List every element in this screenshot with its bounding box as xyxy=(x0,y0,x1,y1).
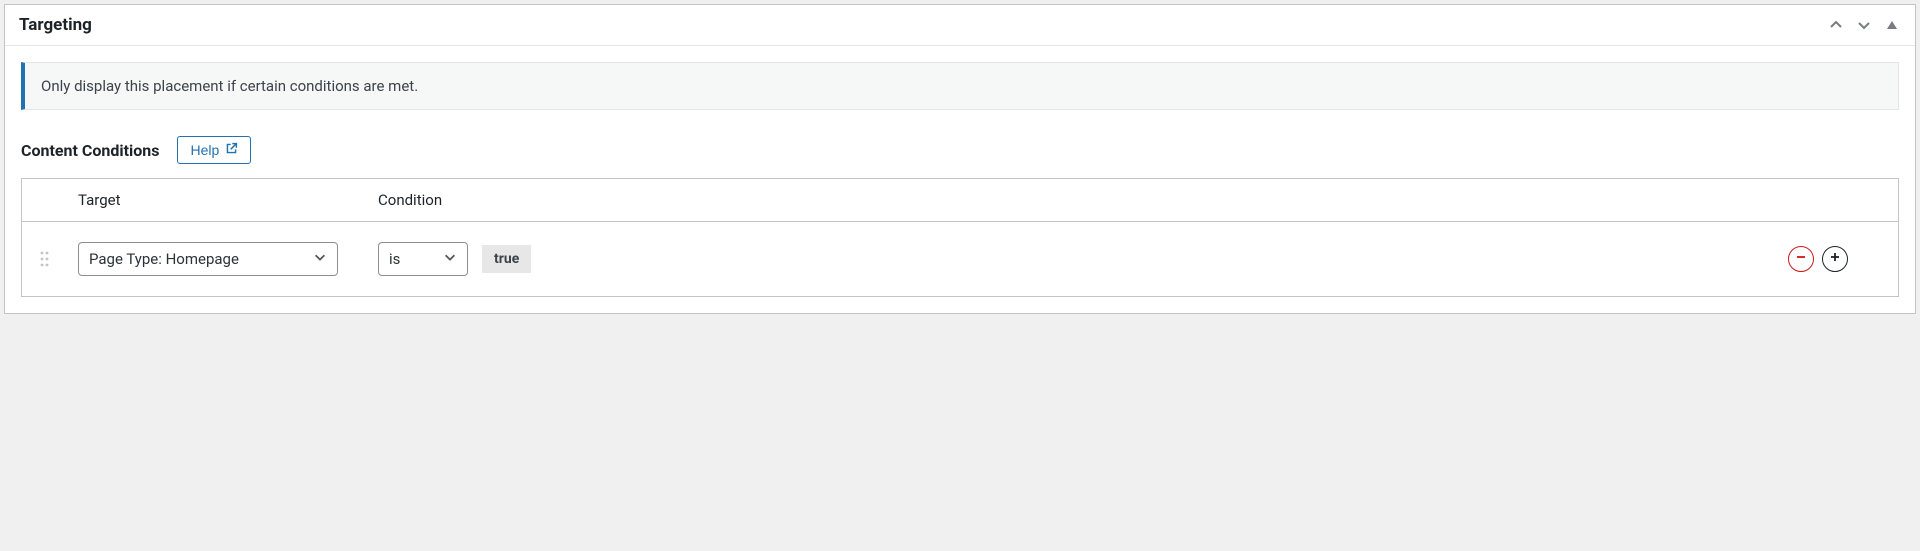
plus-icon xyxy=(1829,251,1841,267)
target-select[interactable]: Page Type: Homepage xyxy=(78,242,338,276)
remove-condition-button[interactable] xyxy=(1788,246,1814,272)
collapse-toggle-icon[interactable] xyxy=(1883,16,1901,34)
minus-icon xyxy=(1795,251,1807,267)
condition-value-badge: true xyxy=(482,245,531,273)
condition-operator-select[interactable]: is xyxy=(378,242,468,276)
table-header: Target Condition xyxy=(22,179,1898,222)
section-title: Content Conditions xyxy=(21,141,159,160)
panel-header: Targeting xyxy=(5,5,1915,46)
chevron-down-icon xyxy=(313,250,327,268)
move-up-icon[interactable] xyxy=(1827,16,1845,34)
move-down-icon[interactable] xyxy=(1855,16,1873,34)
conditions-table: Target Condition Page Typ xyxy=(21,178,1899,297)
targeting-panel: Targeting Only display this placement if… xyxy=(4,4,1916,314)
target-select-value: Page Type: Homepage xyxy=(89,250,239,268)
panel-body: Only display this placement if certain c… xyxy=(5,46,1915,313)
section-header: Content Conditions Help xyxy=(21,136,1899,164)
panel-controls xyxy=(1827,16,1901,34)
info-notice: Only display this placement if certain c… xyxy=(21,62,1899,110)
panel-title: Targeting xyxy=(19,15,92,35)
table-row: Page Type: Homepage is xyxy=(22,222,1898,296)
column-header-target: Target xyxy=(70,191,370,209)
external-link-icon xyxy=(225,142,238,158)
add-condition-button[interactable] xyxy=(1822,246,1848,272)
drag-handle-icon[interactable] xyxy=(22,250,70,268)
help-button-label: Help xyxy=(190,142,219,158)
help-button[interactable]: Help xyxy=(177,136,251,164)
column-header-condition: Condition xyxy=(370,191,1788,209)
condition-operator-value: is xyxy=(389,250,400,268)
chevron-down-icon xyxy=(443,250,457,268)
